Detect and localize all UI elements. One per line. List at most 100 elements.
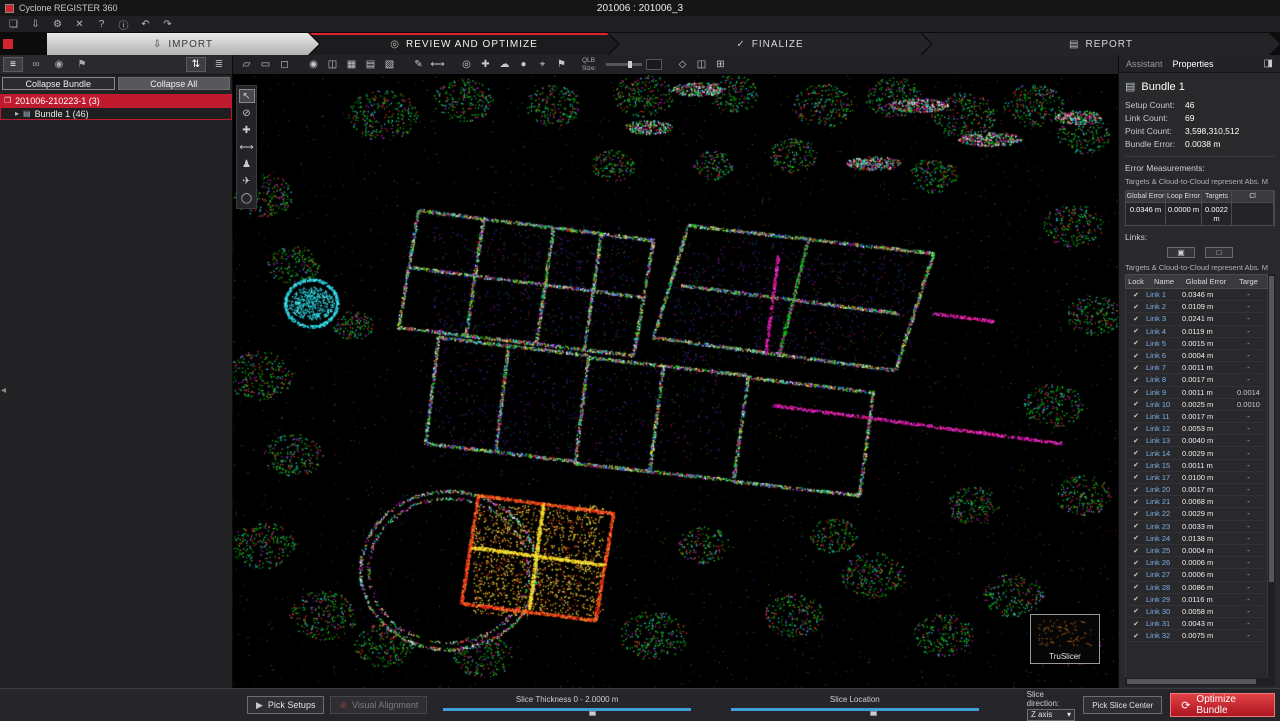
link-row[interactable]: ✔Link 170.0100 m- <box>1126 472 1267 484</box>
link-name[interactable]: Link 2 <box>1146 302 1182 311</box>
map-view-icon[interactable]: ◉ <box>49 57 69 72</box>
link-name[interactable]: Link 11 <box>1146 412 1182 421</box>
panorama-icon[interactable]: ▤ <box>362 57 379 73</box>
link-lock-check-icon[interactable]: ✔ <box>1126 327 1146 335</box>
link-lock-check-icon[interactable]: ✔ <box>1126 510 1146 518</box>
info-icon[interactable]: ⓘ <box>117 17 130 32</box>
settings-icon[interactable]: ⚙ <box>51 19 64 30</box>
polygon-select-icon[interactable]: ▱ <box>238 57 255 73</box>
link-row[interactable]: ✔Link 200.0017 m- <box>1126 484 1267 496</box>
link-name[interactable]: Link 13 <box>1146 436 1182 445</box>
links-column-header[interactable]: Global Error <box>1182 275 1230 288</box>
link-name[interactable]: Link 10 <box>1146 400 1182 409</box>
link-row[interactable]: ✔Link 70.0011 m- <box>1126 362 1267 374</box>
workflow-tab-finalize[interactable]: ✓ FINALIZE <box>609 33 931 55</box>
move-icon[interactable]: ✚ <box>477 57 494 73</box>
link-lock-check-icon[interactable]: ✔ <box>1126 486 1146 494</box>
link-lock-check-icon[interactable]: ✔ <box>1126 534 1146 542</box>
link-lock-check-icon[interactable]: ✔ <box>1126 352 1146 360</box>
visual-alignment-button[interactable]: ⊕ Visual Alignment <box>330 696 427 714</box>
point-cloud-view[interactable]: ↖⊘✚⟷♟✈◯ TruSlicer <box>233 75 1118 688</box>
link-row[interactable]: ✔Link 250.0004 m- <box>1126 545 1267 557</box>
link-lock-check-icon[interactable]: ✔ <box>1126 339 1146 347</box>
link-lock-check-icon[interactable]: ✔ <box>1126 632 1146 640</box>
point-icon[interactable]: ● <box>515 57 532 73</box>
link-row[interactable]: ✔Link 10.0346 m- <box>1126 289 1267 301</box>
tree-item-bundle[interactable]: ▸ ▤ Bundle 1 (46) <box>0 107 232 120</box>
link-lock-check-icon[interactable]: ✔ <box>1126 461 1146 469</box>
link-row[interactable]: ✔Link 260.0006 m- <box>1126 557 1267 569</box>
link-row[interactable]: ✔Link 40.0119 m- <box>1126 326 1267 338</box>
tab-properties[interactable]: Properties <box>1173 59 1214 69</box>
unlock-links-button[interactable]: □ <box>1205 247 1233 258</box>
link-row[interactable]: ✔Link 240.0138 m- <box>1126 533 1267 545</box>
pick-setups-button[interactable]: ▶ Pick Setups <box>247 696 324 714</box>
link-row[interactable]: ✔Link 320.0075 m- <box>1126 630 1267 642</box>
links-view-icon[interactable]: ∞ <box>26 57 46 72</box>
link-row[interactable]: ✔Link 300.0058 m- <box>1126 606 1267 618</box>
link-name[interactable]: Link 31 <box>1146 619 1182 628</box>
link-lock-check-icon[interactable]: ✔ <box>1126 315 1146 323</box>
link-lock-check-icon[interactable]: ✔ <box>1126 559 1146 567</box>
image-icon[interactable]: ◫ <box>324 57 341 73</box>
links-column-header[interactable]: Name <box>1146 275 1182 288</box>
link-row[interactable]: ✔Link 60.0004 m- <box>1126 350 1267 362</box>
sidebar-collapse-handle[interactable]: ◂ <box>1 385 6 396</box>
links-column-header[interactable]: Lock <box>1126 275 1146 288</box>
open-folder-icon[interactable]: ❏ <box>7 19 20 30</box>
link-name[interactable]: Link 28 <box>1146 583 1182 592</box>
link-row[interactable]: ✔Link 30.0241 m- <box>1126 313 1267 325</box>
target-icon[interactable]: ⌖ <box>534 57 551 73</box>
collapse-all-button[interactable]: Collapse All <box>118 77 231 90</box>
link-name[interactable]: Link 6 <box>1146 351 1182 360</box>
undo-icon[interactable]: ↶ <box>139 19 152 30</box>
delete-icon[interactable]: ✕ <box>73 19 86 30</box>
link-name[interactable]: Link 23 <box>1146 522 1182 531</box>
link-lock-check-icon[interactable]: ✔ <box>1126 547 1146 555</box>
link-row[interactable]: ✔Link 80.0017 m- <box>1126 374 1267 386</box>
workflow-tab-report[interactable]: ▤ REPORT <box>922 33 1280 55</box>
tab-assistant[interactable]: Assistant <box>1126 59 1163 69</box>
link-lock-check-icon[interactable]: ✔ <box>1126 607 1146 615</box>
flag-icon[interactable]: ⚑ <box>553 57 570 73</box>
pan-icon[interactable]: ✚ <box>239 123 255 137</box>
links-column-header[interactable]: Targe <box>1230 275 1267 288</box>
link-row[interactable]: ✔Link 90.0011 m0.0014 <box>1126 387 1267 399</box>
qlb-size-slider[interactable] <box>606 63 642 66</box>
sort-icon[interactable]: ⇅ <box>186 57 206 72</box>
workflow-tab-import[interactable]: ⇩ IMPORT <box>47 33 319 55</box>
crop-icon[interactable]: ▧ <box>381 57 398 73</box>
link-row[interactable]: ✔Link 110.0017 m- <box>1126 411 1267 423</box>
view-cube-icon[interactable]: ◇ <box>674 57 691 73</box>
link-name[interactable]: Link 22 <box>1146 509 1182 518</box>
measure-distance-icon[interactable]: ⟷ <box>239 140 255 154</box>
link-row[interactable]: ✔Link 230.0033 m- <box>1126 521 1267 533</box>
link-row[interactable]: ✔Link 220.0029 m- <box>1126 508 1267 520</box>
link-name[interactable]: Link 17 <box>1146 473 1182 482</box>
link-row[interactable]: ✔Link 290.0116 m- <box>1126 594 1267 606</box>
pick-slice-center-button[interactable]: Pick Slice Center <box>1083 696 1162 714</box>
link-name[interactable]: Link 32 <box>1146 631 1182 640</box>
walk-icon[interactable]: ♟ <box>239 157 255 171</box>
link-row[interactable]: ✔Link 210.0068 m- <box>1126 496 1267 508</box>
link-row[interactable]: ✔Link 100.0025 m0.0010 <box>1126 399 1267 411</box>
slice-location-slider[interactable] <box>731 707 979 716</box>
link-row[interactable]: ✔Link 310.0043 m- <box>1126 618 1267 630</box>
link-lock-check-icon[interactable]: ✔ <box>1126 571 1146 579</box>
slice-location-handle[interactable] <box>870 711 877 716</box>
tree-item-project[interactable]: ❐ 201006-210223-1 (3) <box>0 94 232 107</box>
split-view-icon[interactable]: ◫ <box>693 57 710 73</box>
link-name[interactable]: Link 7 <box>1146 363 1182 372</box>
link-lock-check-icon[interactable]: ✔ <box>1126 376 1146 384</box>
link-row[interactable]: ✔Link 20.0109 m- <box>1126 301 1267 313</box>
link-name[interactable]: Link 24 <box>1146 534 1182 543</box>
annotation-view-icon[interactable]: ⚑ <box>72 57 92 72</box>
rect-select-icon[interactable]: ▭ <box>257 57 274 73</box>
link-lock-check-icon[interactable]: ✔ <box>1126 473 1146 481</box>
link-lock-check-icon[interactable]: ✔ <box>1126 291 1146 299</box>
seek-icon[interactable]: ◎ <box>458 57 475 73</box>
project-tree-icon[interactable]: ≡ <box>3 57 23 72</box>
list-icon[interactable]: ≣ <box>209 57 229 72</box>
draw-icon[interactable]: ✎ <box>410 57 427 73</box>
import-icon[interactable]: ⇩ <box>29 19 42 30</box>
